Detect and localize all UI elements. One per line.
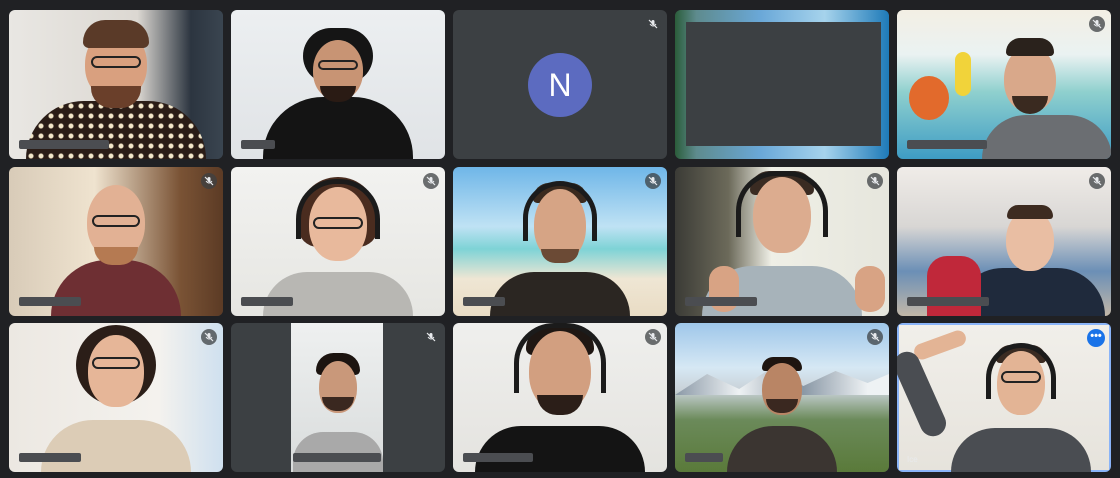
participant-tile-13[interactable] [453,323,667,472]
participant-tile-15[interactable]: ••• Ice [897,323,1111,472]
mic-off-icon [423,173,439,189]
participant-tile-11[interactable] [9,323,223,472]
participant-tile-14[interactable] [675,323,889,472]
name-label [907,140,987,149]
name-label [19,297,81,306]
participant-video [9,323,223,472]
mic-off-icon [1089,16,1105,32]
avatar: N [528,52,592,117]
participant-video [9,10,223,159]
participant-tile-7[interactable] [231,167,445,316]
participant-tile-8[interactable] [453,167,667,316]
name-label [19,140,109,149]
participant-video [675,323,889,472]
name-label [463,453,533,462]
participant-video [453,323,667,472]
name-label [241,140,275,149]
mic-off-icon [867,329,883,345]
more-options-icon[interactable]: ••• [1087,329,1105,347]
mic-off-icon [201,329,217,345]
camera-blocked-overlay [686,22,881,146]
participant-tile-4[interactable] [675,10,889,159]
mic-off-icon [645,329,661,345]
participant-tile-2[interactable] [231,10,445,159]
participant-video [9,167,223,316]
mic-off-icon [645,173,661,189]
name-label [241,297,293,306]
participant-video [897,323,1111,472]
mic-off-icon [201,173,217,189]
participant-video [897,10,1111,159]
name-label [293,453,381,462]
participant-video [231,167,445,316]
participant-video [231,10,445,159]
participant-name: Ice [907,455,918,464]
name-label [685,297,757,306]
participant-tile-5[interactable] [897,10,1111,159]
participant-tile-6[interactable] [9,167,223,316]
participant-video [453,167,667,316]
participant-video [675,167,889,316]
mic-off-icon [423,329,439,345]
participant-tile-10[interactable] [897,167,1111,316]
chair [927,256,981,316]
name-label [907,297,989,306]
mic-off-icon [645,16,661,32]
name-label [463,297,505,306]
participant-tile-9[interactable] [675,167,889,316]
name-label [19,453,81,462]
participant-video [231,323,445,472]
participant-tile-3[interactable]: N [453,10,667,159]
participant-tile-1[interactable] [9,10,223,159]
participant-tile-12[interactable] [231,323,445,472]
mic-off-icon [867,173,883,189]
mic-off-icon [1089,173,1105,189]
name-label [685,453,723,462]
participant-grid: N ••• Ice [0,0,1120,478]
